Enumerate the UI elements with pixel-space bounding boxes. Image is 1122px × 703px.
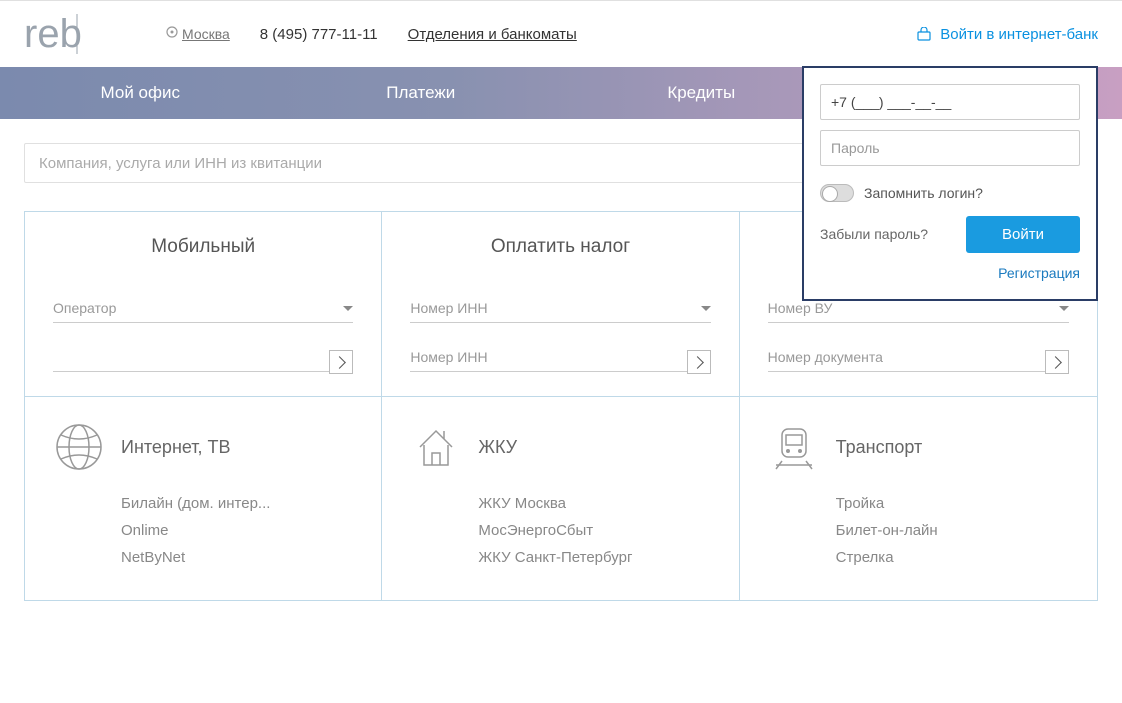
tile-mobile: Мобильный Оператор (25, 212, 382, 396)
tile-zhku: ЖКУ ЖКУ Москва МосЭнергоСбыт ЖКУ Санкт-П… (382, 396, 739, 600)
city-label: Москва (182, 26, 230, 42)
tile-transport: Транспорт Тройка Билет-он-лайн Стрелка (740, 396, 1097, 600)
tile-tax: Оплатить налог Номер ИНН (382, 212, 739, 396)
inn-select[interactable]: Номер ИНН (410, 294, 710, 323)
login-phone-input[interactable] (820, 84, 1080, 120)
chevron-down-icon (701, 306, 711, 311)
list-item[interactable]: МосЭнергоСбыт (478, 522, 710, 539)
login-password-input[interactable] (820, 130, 1080, 166)
tile-internet: Интернет, ТВ Билайн (дом. интер... Onlim… (25, 396, 382, 600)
house-icon (410, 421, 462, 473)
login-actions: Забыли пароль? Войти (820, 216, 1080, 253)
remember-toggle[interactable] (820, 184, 854, 202)
inn-input[interactable] (410, 343, 710, 372)
doc-input[interactable] (768, 343, 1069, 372)
topbar: reb Москва 8 (495) 777-11-11 Отделения и… (0, 0, 1122, 67)
register-link[interactable]: Регистрация (998, 265, 1080, 281)
operator-select[interactable]: Оператор (53, 294, 353, 323)
mobile-number-input[interactable] (53, 343, 353, 372)
list-item[interactable]: ЖКУ Санкт-Петербург (478, 549, 710, 566)
tile-internet-title: Интернет, ТВ (121, 437, 231, 458)
vu-select-label: Номер ВУ (768, 300, 833, 316)
logo-icon: reb (24, 9, 144, 59)
login-popup: Запомнить логин? Забыли пароль? Войти Ре… (802, 66, 1098, 301)
nav-credits[interactable]: Кредиты (561, 67, 842, 119)
login-link-label: Войти в интернет-банк (940, 26, 1098, 43)
tile-transport-title: Транспорт (836, 437, 923, 458)
city-selector[interactable]: Москва (166, 26, 230, 42)
phone-number: 8 (495) 777-11-11 (260, 26, 378, 43)
remember-row: Запомнить логин? (820, 184, 1080, 202)
inn-select-label: Номер ИНН (410, 300, 487, 316)
tax-submit-button[interactable] (687, 350, 711, 374)
list-item[interactable]: ЖКУ Москва (478, 495, 710, 512)
train-icon (768, 421, 820, 473)
location-icon (166, 26, 178, 42)
nav-payments[interactable]: Платежи (281, 67, 562, 119)
operator-select-label: Оператор (53, 300, 116, 316)
svg-text:reb: reb (24, 12, 82, 56)
branches-link[interactable]: Отделения и банкоматы (408, 26, 577, 43)
chevron-down-icon (1059, 306, 1069, 311)
mobile-submit-button[interactable] (329, 350, 353, 374)
list-item[interactable]: NetByNet (121, 549, 353, 566)
login-link[interactable]: Войти в интернет-банк (916, 26, 1098, 43)
logo[interactable]: reb (24, 9, 144, 59)
list-item[interactable]: Onlime (121, 522, 353, 539)
list-item[interactable]: Билайн (дом. интер... (121, 495, 353, 512)
forgot-password-link[interactable]: Забыли пароль? (820, 225, 928, 243)
tile-tax-title: Оплатить налог (410, 236, 710, 258)
list-item[interactable]: Стрелка (836, 549, 1069, 566)
lock-icon (916, 27, 932, 41)
remember-label: Запомнить логин? (864, 185, 983, 201)
nav-office[interactable]: Мой офис (0, 67, 281, 119)
globe-icon (53, 421, 105, 473)
fines-submit-button[interactable] (1045, 350, 1069, 374)
list-item[interactable]: Билет-он-лайн (836, 522, 1069, 539)
tile-mobile-title: Мобильный (53, 236, 353, 258)
login-submit-button[interactable]: Войти (966, 216, 1080, 253)
list-item[interactable]: Тройка (836, 495, 1069, 512)
tile-zhku-title: ЖКУ (478, 437, 517, 458)
chevron-down-icon (343, 306, 353, 311)
